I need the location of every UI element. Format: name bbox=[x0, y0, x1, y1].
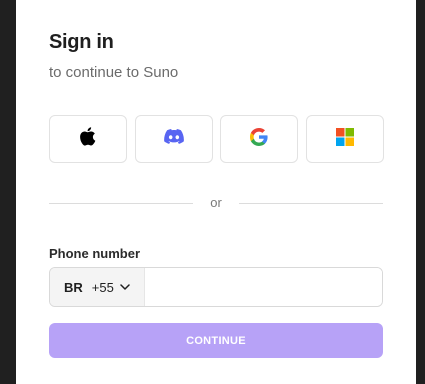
phone-number-field: BR +55 bbox=[49, 267, 383, 307]
or-divider: or bbox=[49, 194, 383, 214]
country-code: BR bbox=[64, 279, 83, 295]
social-login-row bbox=[49, 115, 384, 163]
country-code-select[interactable]: BR +55 bbox=[50, 268, 145, 306]
apple-sign-in-button[interactable] bbox=[49, 115, 127, 163]
divider-line-right bbox=[239, 203, 383, 204]
continue-button[interactable]: CONTINUE bbox=[49, 323, 383, 358]
apple-icon bbox=[80, 127, 96, 151]
dial-code: +55 bbox=[91, 279, 114, 295]
phone-number-input[interactable] bbox=[146, 268, 382, 306]
microsoft-sign-in-button[interactable] bbox=[306, 115, 384, 163]
discord-icon bbox=[164, 129, 184, 149]
phone-number-label: Phone number bbox=[49, 246, 141, 261]
chevron-down-icon bbox=[120, 284, 130, 290]
microsoft-icon bbox=[336, 127, 354, 151]
discord-sign-in-button[interactable] bbox=[135, 115, 213, 163]
page-title: Sign in bbox=[49, 31, 114, 53]
google-icon bbox=[250, 127, 268, 151]
google-sign-in-button[interactable] bbox=[220, 115, 298, 163]
sign-in-card: Sign in to continue to Suno or Phone num… bbox=[16, 0, 416, 384]
page-subtitle: to continue to Suno bbox=[49, 64, 179, 81]
